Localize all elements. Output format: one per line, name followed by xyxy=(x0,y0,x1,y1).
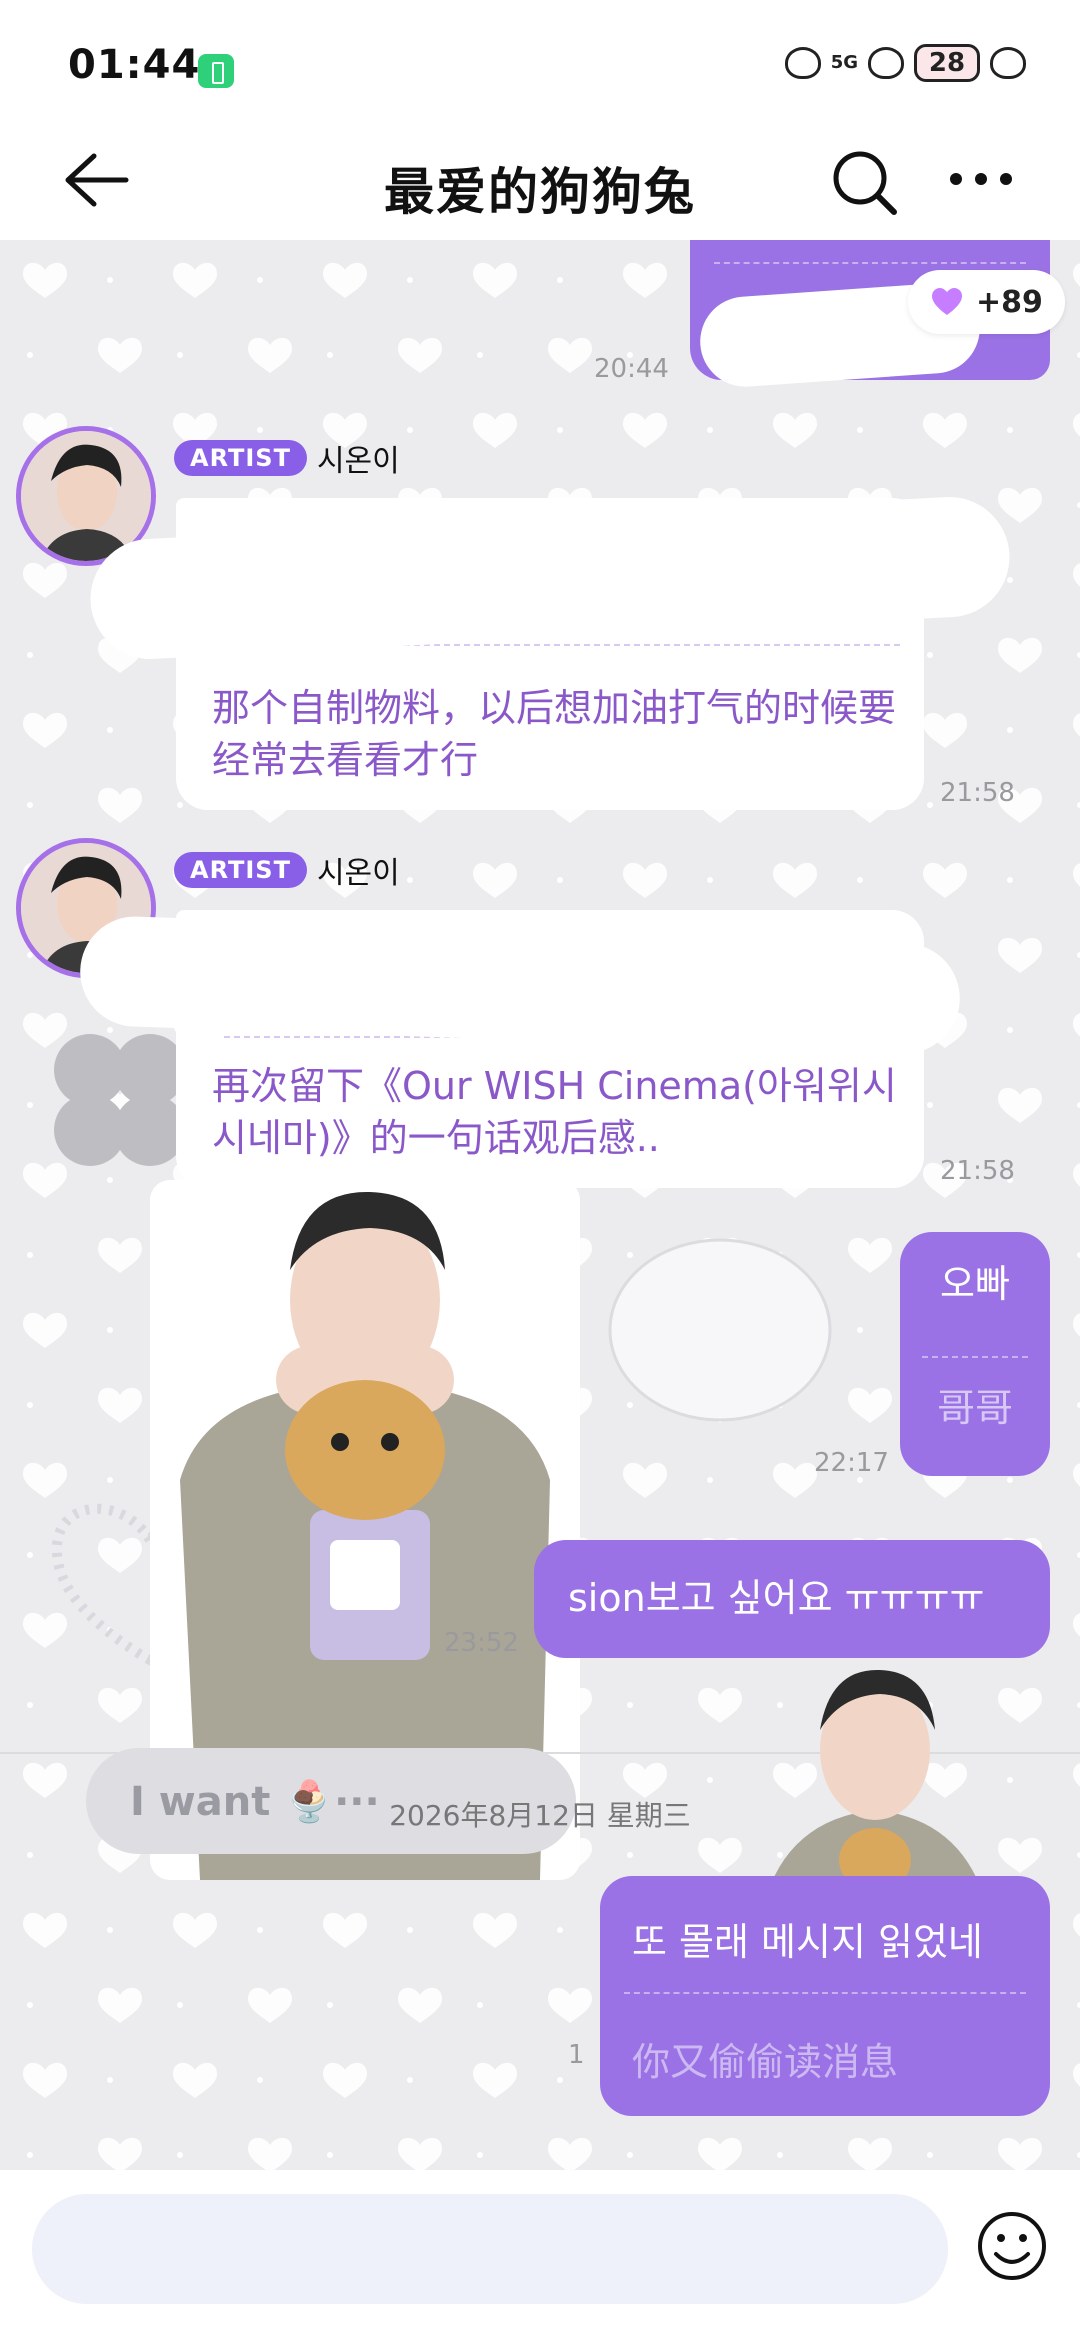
chat-header: 最爱的狗狗兔 xyxy=(0,120,1080,240)
divider xyxy=(922,1356,1028,1358)
message-time-4: 22:17 xyxy=(814,1448,889,1478)
message-time-3: 21:58 xyxy=(940,1156,1015,1186)
chat-title: 最爱的狗狗兔 xyxy=(384,163,696,221)
message-text-6: 또 몰래 메시지 읽었네 xyxy=(632,1920,983,1964)
message-translation-2: 那个自制物料，以后想加油打气的时候要经常去看看才行 xyxy=(212,686,897,782)
chat-area[interactable]: +89 20:44 ARTIST 시온이 那个自制物料，以后想加油打气的时候要经… xyxy=(0,240,1080,2170)
message-text-4: 오빠 xyxy=(940,1262,1010,1306)
more-icon[interactable] xyxy=(946,164,1016,194)
message-time-2: 21:58 xyxy=(940,778,1015,808)
emoji-icon[interactable] xyxy=(976,2210,1048,2282)
divider xyxy=(714,262,1026,264)
network-label: 5G xyxy=(830,52,858,73)
my-message-bubble-6[interactable]: 또 몰래 메시지 읽었네 你又偷偷读消息 xyxy=(600,1876,1050,2116)
artist-badge: ARTIST xyxy=(174,440,307,476)
cloud-sticker xyxy=(608,1238,832,1422)
message-input[interactable] xyxy=(32,2194,948,2304)
signal-cat-icon xyxy=(868,47,904,79)
sticker-time: 23:52 xyxy=(444,1628,519,1658)
message-time-1: 20:44 xyxy=(594,354,669,384)
message-translation-3: 再次留下《Our WISH Cinema(아워위시시네마)》的一句话观后感.. xyxy=(212,1064,897,1160)
charging-icon xyxy=(198,54,234,88)
artist-label-row: ARTIST 시온이 xyxy=(174,436,400,480)
divider xyxy=(624,1992,1026,1994)
artist-badge: ARTIST xyxy=(174,852,307,888)
artist-name: 시온이 xyxy=(316,444,400,479)
status-bar: 01:44 5G 28 xyxy=(0,0,1080,120)
reaction-chip[interactable]: +89 xyxy=(908,270,1065,334)
status-time: 01:44 xyxy=(68,42,201,88)
my-message-bubble-4[interactable]: 오빠 哥哥 xyxy=(900,1232,1050,1476)
search-icon[interactable] xyxy=(828,146,900,218)
message-text-5: sion보고 싶어요 ㅠㅠㅠㅠ xyxy=(568,1576,985,1620)
unread-count: 1 xyxy=(568,2040,585,2070)
wifi-cat-icon xyxy=(784,47,821,79)
artist-label-row: ARTIST 시온이 xyxy=(174,848,400,892)
cat-icon xyxy=(990,47,1026,79)
my-message-bubble-5[interactable]: sion보고 싶어요 ㅠㅠㅠㅠ xyxy=(534,1540,1050,1658)
input-bar xyxy=(0,2170,1080,2336)
message-translation-6: 你又偷偷读消息 xyxy=(632,2040,899,2084)
heart-reaction-icon xyxy=(932,288,962,315)
message-translation-4: 哥哥 xyxy=(936,1386,1013,1430)
artist-name: 시온이 xyxy=(316,856,400,891)
status-icons: 5G 28 xyxy=(784,44,1026,82)
reaction-count: +89 xyxy=(976,284,1043,320)
battery-level: 28 xyxy=(914,44,980,82)
